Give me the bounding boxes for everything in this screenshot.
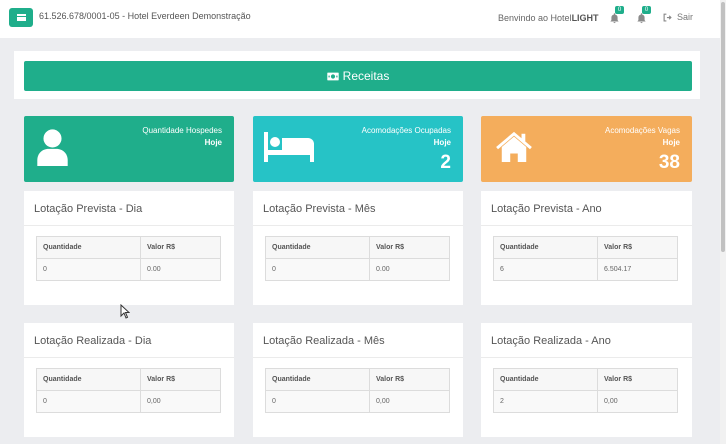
home-icon bbox=[496, 131, 532, 162]
data-table: Quantidade Valor R$ 0 0,00 bbox=[36, 368, 221, 413]
column-header: Valor R$ bbox=[140, 236, 221, 259]
table-row: 0 0.00 bbox=[36, 258, 221, 281]
divider bbox=[481, 225, 692, 226]
cell-valor: 6.504.17 bbox=[597, 258, 678, 281]
stat-period: Hoje bbox=[662, 138, 680, 147]
card-title: Lotação Prevista - Dia bbox=[34, 203, 143, 215]
stat-value: 2 bbox=[440, 152, 451, 173]
divider bbox=[24, 225, 234, 226]
column-header: Quantidade bbox=[265, 368, 370, 391]
card-prevista-mes: Lotação Prevista - Mês Quantidade Valor R… bbox=[253, 191, 463, 305]
divider bbox=[253, 225, 463, 226]
card-prevista-dia: Lotação Prevista - Dia Quantidade Valor R… bbox=[24, 191, 234, 305]
card-realizada-ano: Lotação Realizada - Ano Quantidade Valor … bbox=[481, 323, 692, 437]
mouse-cursor-icon bbox=[120, 304, 130, 319]
cell-quantidade: 0 bbox=[265, 258, 370, 281]
cell-quantidade: 0 bbox=[36, 390, 141, 413]
alert-badge: 0 bbox=[642, 6, 651, 14]
data-table: Quantidade Valor R$ 0 0.00 bbox=[36, 236, 221, 281]
logout-link[interactable]: Sair bbox=[663, 12, 693, 22]
stat-label: Acomodações Ocupadas bbox=[361, 126, 451, 135]
menu-toggle-button[interactable] bbox=[9, 8, 33, 27]
data-table: Quantidade Valor R$ 6 6.504.17 bbox=[493, 236, 678, 281]
stat-ocupadas: Acomodações Ocupadas Hoje 2 bbox=[253, 116, 463, 182]
logout-label: Sair bbox=[677, 12, 694, 22]
cell-quantidade: 0 bbox=[265, 390, 370, 413]
welcome-prefix: Benvindo ao Hotel bbox=[498, 13, 572, 23]
column-header: Valor R$ bbox=[597, 368, 678, 391]
table-header-row: Quantidade Valor R$ bbox=[493, 368, 678, 391]
alerts-button[interactable]: 0 bbox=[636, 6, 651, 24]
column-header: Valor R$ bbox=[369, 236, 450, 259]
cell-valor: 0,00 bbox=[140, 390, 221, 413]
notification-badge: 0 bbox=[615, 6, 624, 14]
cell-valor: 0,00 bbox=[597, 390, 678, 413]
cell-quantidade: 6 bbox=[493, 258, 598, 281]
scrollbar[interactable] bbox=[720, 0, 726, 444]
user-icon bbox=[37, 129, 68, 166]
receitas-label: Receitas bbox=[342, 69, 390, 83]
table-header-row: Quantidade Valor R$ bbox=[265, 368, 450, 391]
stat-period: Hoje bbox=[433, 138, 451, 147]
receitas-button[interactable]: Receitas bbox=[24, 61, 692, 91]
stat-label: Acomodações Vagas bbox=[604, 126, 680, 135]
cell-quantidade: 0 bbox=[36, 258, 141, 281]
divider bbox=[24, 357, 234, 358]
card-title: Lotação Realizada - Dia bbox=[34, 335, 152, 347]
cell-quantidade: 2 bbox=[493, 390, 598, 413]
cell-valor: 0.00 bbox=[140, 258, 221, 281]
table-row: 0 0.00 bbox=[265, 258, 450, 281]
notifications-button[interactable]: 0 bbox=[609, 6, 624, 24]
scrollbar-thumb[interactable] bbox=[721, 2, 725, 252]
welcome-text: Benvindo ao HotelLIGHT bbox=[498, 13, 599, 23]
column-header: Quantidade bbox=[493, 368, 598, 391]
money-icon bbox=[326, 72, 339, 80]
divider bbox=[253, 357, 463, 358]
card-realizada-mes: Lotação Realizada - Mês Quantidade Valor … bbox=[253, 323, 463, 437]
cell-valor: 0.00 bbox=[369, 258, 450, 281]
column-header: Quantidade bbox=[493, 236, 598, 259]
card-title: Lotação Prevista - Mês bbox=[263, 203, 376, 215]
sign-out-icon bbox=[663, 13, 672, 21]
bed-icon bbox=[264, 132, 314, 162]
table-row: 6 6.504.17 bbox=[493, 258, 678, 281]
stat-label: Quantidade Hospedes bbox=[142, 126, 222, 135]
column-header: Valor R$ bbox=[140, 368, 221, 391]
divider bbox=[481, 357, 692, 358]
stat-hospedes: Quantidade Hospedes Hoje bbox=[24, 116, 234, 182]
stat-period: Hoje bbox=[204, 138, 222, 147]
data-table: Quantidade Valor R$ 0 0.00 bbox=[265, 236, 450, 281]
card-title: Lotação Prevista - Ano bbox=[491, 203, 602, 215]
data-table: Quantidade Valor R$ 0 0,00 bbox=[265, 368, 450, 413]
column-header: Quantidade bbox=[36, 236, 141, 259]
card-title: Lotação Realizada - Mês bbox=[263, 335, 385, 347]
cell-valor: 0,00 bbox=[369, 390, 450, 413]
data-table: Quantidade Valor R$ 2 0,00 bbox=[493, 368, 678, 413]
column-header: Quantidade bbox=[36, 368, 141, 391]
column-header: Quantidade bbox=[265, 236, 370, 259]
stat-vagas: Acomodações Vagas Hoje 38 bbox=[481, 116, 692, 182]
table-row: 0 0,00 bbox=[265, 390, 450, 413]
stat-value: 38 bbox=[658, 152, 680, 173]
table-header-row: Quantidade Valor R$ bbox=[36, 236, 221, 259]
card-prevista-ano: Lotação Prevista - Ano Quantidade Valor R… bbox=[481, 191, 692, 305]
card-realizada-dia: Lotação Realizada - Dia Quantidade Valor … bbox=[24, 323, 234, 437]
site-title: 61.526.678/0001-05 - Hotel Everdeen Demo… bbox=[39, 11, 251, 21]
table-header-row: Quantidade Valor R$ bbox=[36, 368, 221, 391]
card-title: Lotação Realizada - Ano bbox=[491, 335, 611, 347]
welcome-brand: LIGHT bbox=[571, 13, 599, 23]
column-header: Valor R$ bbox=[369, 368, 450, 391]
hamburger-icon bbox=[16, 14, 26, 21]
column-header: Valor R$ bbox=[597, 236, 678, 259]
table-row: 2 0,00 bbox=[493, 390, 678, 413]
top-navbar: 61.526.678/0001-05 - Hotel Everdeen Demo… bbox=[0, 0, 726, 38]
table-header-row: Quantidade Valor R$ bbox=[493, 236, 678, 259]
table-header-row: Quantidade Valor R$ bbox=[265, 236, 450, 259]
table-row: 0 0,00 bbox=[36, 390, 221, 413]
